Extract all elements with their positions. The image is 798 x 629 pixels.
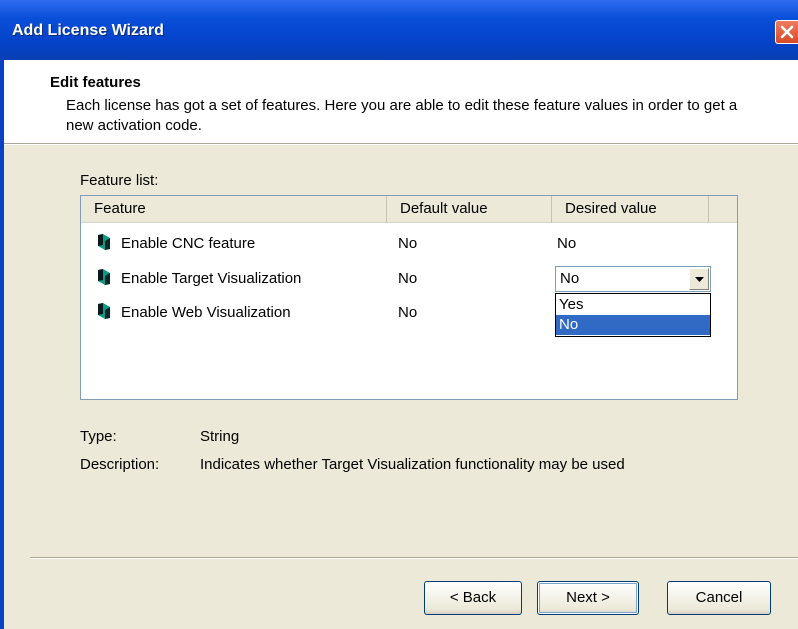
feature-key-icon — [98, 269, 110, 285]
window-frame — [0, 60, 4, 629]
back-button[interactable]: < Back — [424, 581, 522, 615]
column-header-default-value[interactable]: Default value — [387, 196, 552, 222]
default-value: No — [398, 270, 418, 287]
column-header-desired-value[interactable]: Desired value — [552, 196, 709, 222]
feature-list[interactable]: Feature Default value Desired value Enab… — [80, 195, 738, 400]
header-divider — [4, 143, 798, 145]
feature-key-icon — [98, 303, 110, 319]
feature-name: Enable CNC feature — [121, 235, 256, 252]
combo-dropdown-button[interactable] — [689, 268, 709, 290]
footer-divider — [30, 557, 798, 559]
feature-key-icon — [98, 234, 110, 250]
next-button[interactable]: Next > — [537, 581, 639, 615]
default-value: No — [398, 304, 418, 321]
desired-value: No — [557, 235, 577, 252]
chevron-down-icon — [695, 277, 704, 282]
feature-list-label: Feature list: — [80, 172, 159, 189]
window-title: Add License Wizard — [12, 22, 164, 39]
default-value: No — [398, 235, 418, 252]
dropdown-option-no[interactable]: No — [556, 315, 710, 335]
dropdown-option-yes[interactable]: Yes — [556, 295, 710, 315]
desired-value-dropdown[interactable]: Yes No — [555, 293, 711, 337]
desired-value-combo[interactable]: No — [555, 266, 711, 292]
cancel-button[interactable]: Cancel — [667, 581, 771, 615]
list-header: Feature Default value Desired value — [81, 196, 737, 223]
page-title: Edit features — [50, 74, 141, 91]
description-label: Description: — [80, 456, 160, 473]
type-value: String — [200, 428, 240, 445]
list-item[interactable]: Enable CNC feature No No — [81, 229, 737, 257]
feature-name: Enable Target Visualization — [121, 270, 302, 287]
title-bar: Add License Wizard — [0, 0, 798, 60]
combo-value: No — [560, 270, 580, 287]
column-header-feature[interactable]: Feature — [81, 196, 387, 222]
feature-name: Enable Web Visualization — [121, 304, 291, 321]
page-description: Each license has got a set of features. … — [66, 97, 738, 134]
description-value: Indicates whether Target Visualization f… — [200, 456, 625, 473]
close-button[interactable] — [775, 20, 798, 44]
wizard-header: Edit features Each license has got a set… — [4, 60, 798, 143]
type-label: Type: — [80, 428, 117, 445]
close-icon — [780, 25, 794, 39]
